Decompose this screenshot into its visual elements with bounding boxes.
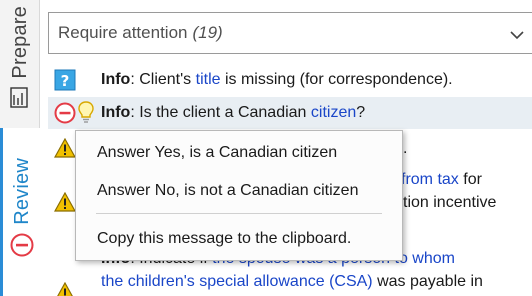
warning-icon[interactable] (54, 281, 76, 296)
message-row[interactable]: ? Info: Client's title is missing (for c… (48, 66, 532, 92)
menu-item-answer-yes[interactable]: Answer Yes, is a Canadian citizen (77, 135, 401, 171)
filter-dropdown[interactable]: Require attention (19) (48, 12, 532, 54)
menu-item-copy-message[interactable]: Copy this message to the clipboard. (77, 221, 401, 257)
message-text: : Is the client a Canadian (130, 104, 311, 121)
side-rail: Prepare Review (0, 0, 41, 296)
menu-item-answer-no[interactable]: Answer No, is not a Canadian citizen (77, 173, 401, 209)
message-text: was payable in (372, 273, 483, 290)
message-text: tion incentive (403, 194, 497, 211)
lightbulb-icon[interactable] (77, 100, 95, 130)
chevron-down-icon (509, 26, 525, 46)
context-menu: Answer Yes, is a Canadian citizen Answer… (75, 130, 403, 261)
warning-icon[interactable] (53, 137, 77, 163)
error-icon (10, 233, 34, 262)
message-type: Info (101, 104, 131, 121)
message-fragment: . (403, 140, 408, 157)
message-row-selected[interactable]: Info: Is the client a Canadian citizen? (48, 97, 532, 129)
tab-prepare-label: Prepare (8, 6, 31, 79)
message-text: ? (356, 104, 366, 121)
filter-count: (19) (192, 23, 223, 42)
filter-label: Require attention (58, 23, 188, 42)
citizen-link[interactable]: citizen (311, 104, 356, 121)
svg-text:?: ? (61, 72, 70, 90)
tab-prepare[interactable]: Prepare (0, 0, 40, 124)
csa-link[interactable]: the children's special allowance (CSA) (101, 273, 373, 290)
from-tax-link[interactable]: from tax (401, 171, 459, 188)
message-type: Info (101, 71, 131, 88)
tab-review[interactable]: Review (0, 128, 41, 296)
message-text: is missing (for correspondence). (220, 71, 453, 88)
title-link[interactable]: title (196, 71, 221, 88)
form-icon (8, 86, 32, 114)
warning-icon[interactable] (53, 191, 77, 217)
tab-review-label: Review (10, 158, 33, 225)
error-icon[interactable] (54, 102, 76, 130)
question-icon[interactable]: ? (54, 69, 76, 97)
message-text: : Client's (130, 71, 196, 88)
message-text: for (458, 171, 482, 188)
menu-separator (96, 213, 382, 214)
